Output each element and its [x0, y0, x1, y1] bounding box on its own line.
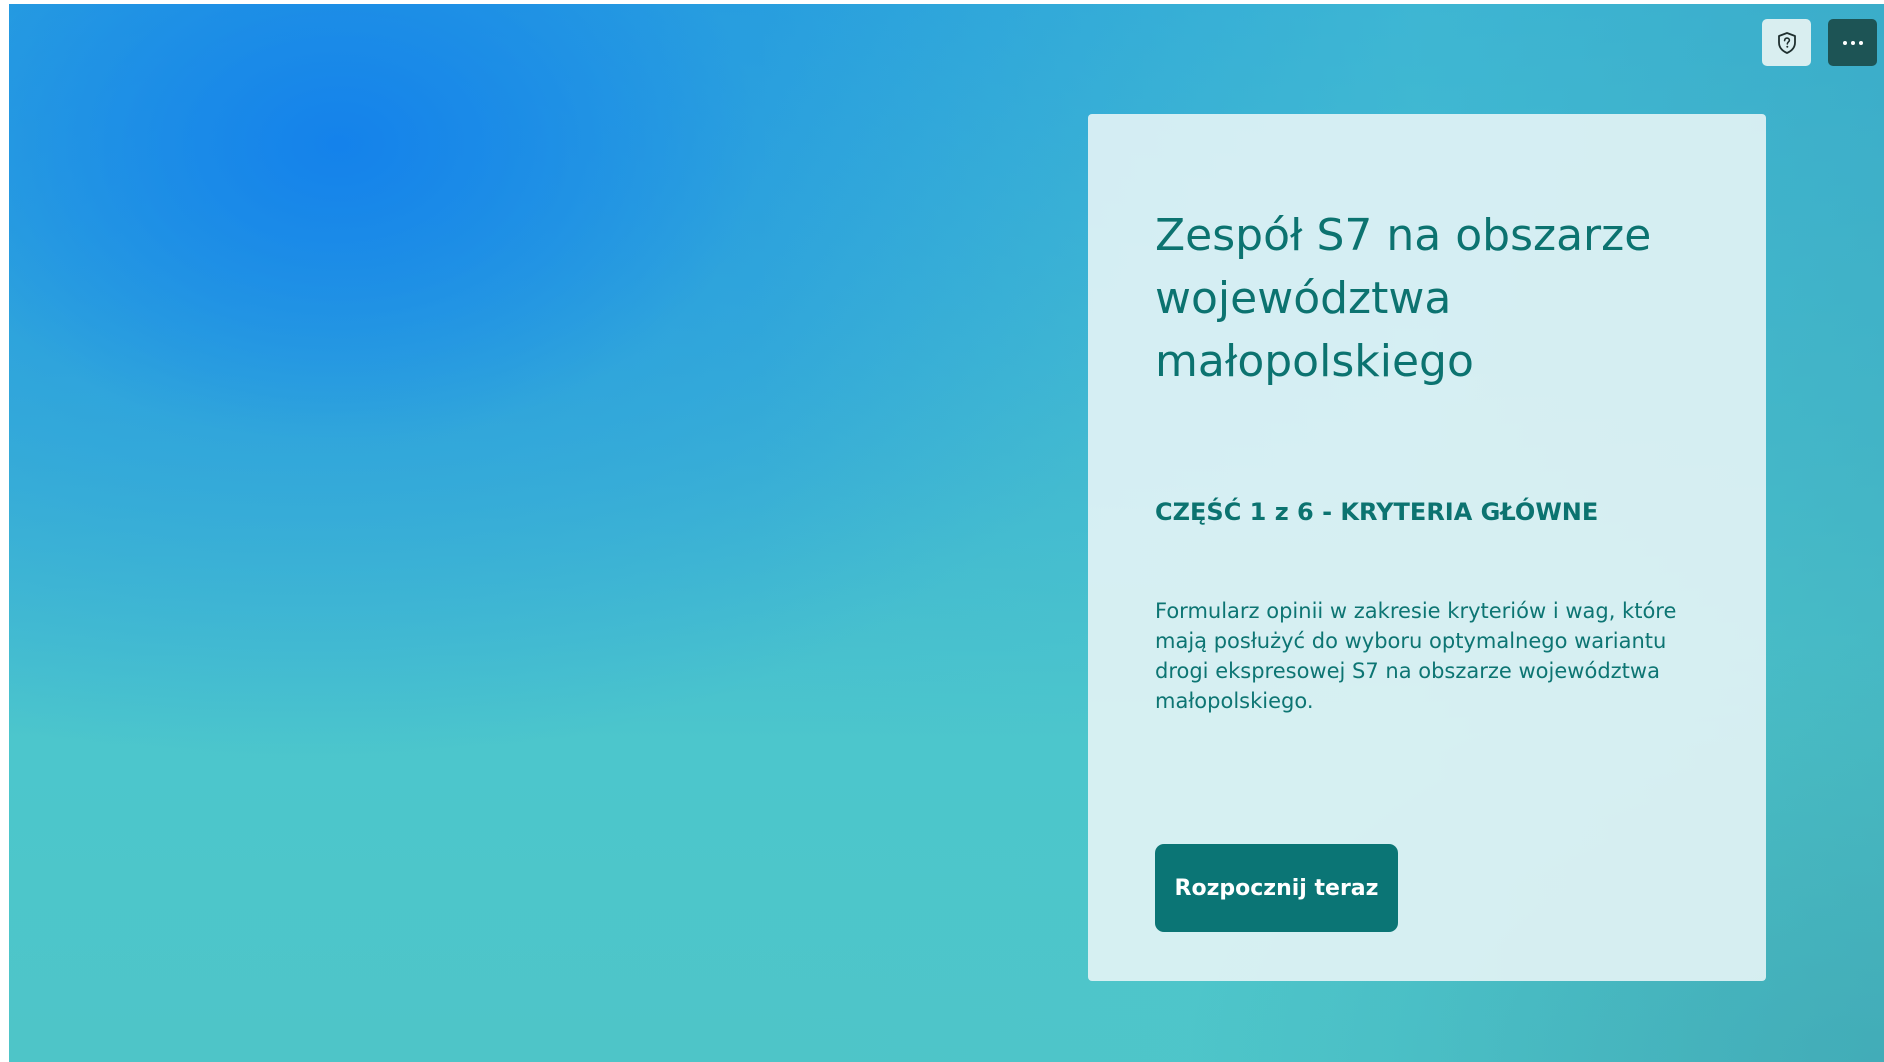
page: Zespół S7 na obszarze województwa małopo…: [9, 4, 1884, 1062]
more-options-button[interactable]: [1828, 19, 1877, 66]
form-welcome-card: Zespół S7 na obszarze województwa małopo…: [1088, 114, 1766, 981]
privacy-button[interactable]: [1762, 19, 1811, 66]
more-options-icon: [1842, 40, 1863, 45]
form-title: Zespół S7 na obszarze województwa małopo…: [1155, 210, 1652, 387]
form-section-label: CZĘŚĆ 1 z 6 - KRYTERIA GŁÓWNE: [1155, 498, 1599, 526]
shield-question-icon: [1777, 31, 1796, 54]
form-description: Formularz opinii w zakresie kryteriów i …: [1155, 599, 1677, 713]
start-now-button[interactable]: Rozpocznij teraz: [1155, 844, 1398, 932]
